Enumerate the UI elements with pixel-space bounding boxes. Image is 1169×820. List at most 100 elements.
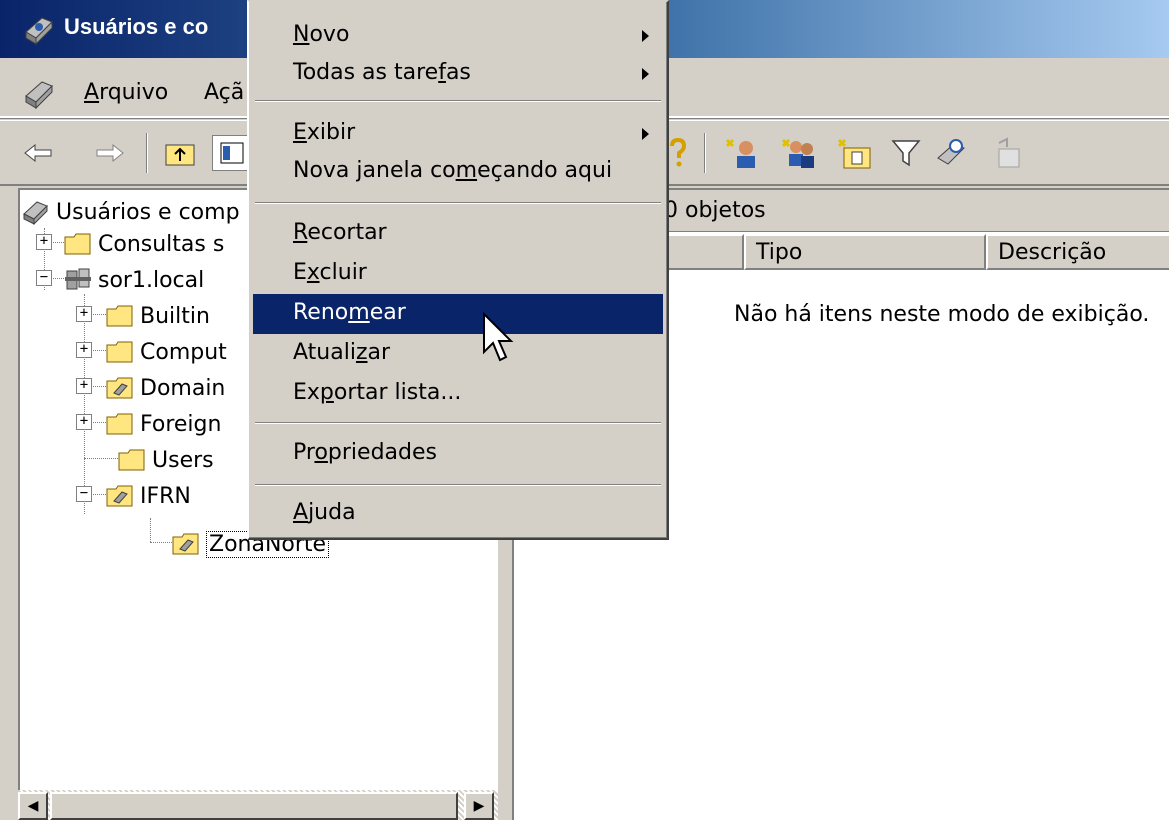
tree-line — [90, 422, 106, 423]
menu-item-exportar-lista[interactable]: Exportar lista... — [253, 376, 663, 410]
context-menu: Novo Todas as tarefas Exibir Nova janela… — [247, 0, 669, 540]
tree-item-label: Builtin — [140, 303, 210, 329]
toolbar-separator — [704, 133, 706, 173]
menu-item-novo[interactable]: Novo — [253, 18, 663, 52]
tree-item-label: Comput — [140, 339, 227, 365]
mouse-pointer-icon — [483, 312, 514, 362]
tree-line — [90, 314, 106, 315]
expand-toggle[interactable]: + — [76, 306, 92, 322]
expand-toggle[interactable]: + — [76, 378, 92, 394]
up-folder-icon[interactable] — [162, 135, 198, 171]
tree-item-label: Foreign — [140, 411, 222, 437]
add-to-group-icon[interactable] — [990, 135, 1026, 171]
menu-item-label: Recortar — [293, 220, 387, 245]
folder-icon — [64, 233, 91, 255]
menu-arquivo[interactable]: Arquivo — [84, 80, 168, 105]
tree-line — [84, 294, 85, 514]
expand-toggle[interactable]: + — [36, 234, 52, 250]
horizontal-scrollbar[interactable]: ◀ ▶ — [18, 790, 498, 820]
menu-item-label: Exportar lista... — [293, 380, 462, 405]
forward-arrow-icon[interactable] — [92, 135, 128, 171]
menu-separator — [255, 100, 661, 102]
tree-item-computers[interactable]: Comput — [106, 336, 227, 368]
tree-item-saved-queries[interactable]: Consultas s — [64, 228, 224, 260]
menu-item-label: Atualizar — [293, 340, 391, 365]
new-group-icon[interactable] — [780, 135, 816, 171]
tree-item-ifrn[interactable]: IFRN — [106, 480, 191, 512]
toolbar-separator — [146, 133, 148, 173]
tree-item-label: Usuários e comp — [56, 199, 240, 225]
back-arrow-icon[interactable] — [20, 135, 56, 171]
show-hide-tree-icon[interactable] — [212, 135, 252, 171]
menu-item-ajuda[interactable]: Ajuda — [253, 496, 663, 530]
tree-item-root[interactable]: Usuários e comp — [22, 196, 240, 228]
tree-line — [90, 350, 106, 351]
folder-icon — [106, 341, 133, 363]
scroll-right-button[interactable]: ▶ — [464, 792, 494, 820]
tree-line — [50, 242, 64, 243]
menu-item-renomear[interactable]: Renomear — [253, 294, 663, 334]
folder-icon — [106, 305, 133, 327]
tree-item-builtin[interactable]: Builtin — [106, 300, 210, 332]
menu-acao[interactable]: Açã — [204, 80, 244, 105]
tree-item-label: Users — [152, 447, 214, 473]
menu-item-propriedades[interactable]: Propriedades — [253, 436, 663, 470]
folder-icon — [118, 449, 145, 471]
tree-line — [90, 386, 106, 387]
collapse-toggle[interactable]: − — [36, 270, 52, 286]
menu-separator — [255, 422, 661, 424]
menu-item-label: Exibir — [293, 120, 356, 145]
menu-item-label: Excluir — [293, 260, 367, 285]
new-ou-icon[interactable] — [836, 135, 872, 171]
tree-item-label: sor1.local — [98, 267, 205, 293]
collapse-toggle[interactable]: − — [76, 486, 92, 502]
tree-line — [84, 458, 118, 459]
menu-separator — [255, 202, 661, 204]
mmc-console-icon — [25, 17, 53, 46]
menu-item-exibir[interactable]: Exibir — [253, 116, 663, 150]
system-menu-icon[interactable] — [22, 76, 56, 110]
ou-folder-icon — [106, 377, 133, 399]
tree-item-label: Domain — [140, 375, 226, 401]
submenu-arrow-icon — [642, 128, 649, 140]
domain-icon — [65, 268, 91, 290]
column-header-description[interactable]: Descrição — [986, 234, 1169, 270]
menu-item-label: Propriedades — [293, 440, 437, 465]
window-title: Usuários e co — [64, 14, 209, 39]
menu-item-atualizar[interactable]: Atualizar — [253, 336, 663, 370]
submenu-arrow-icon — [642, 68, 649, 80]
menu-item-label: Todas as tarefas — [293, 60, 471, 85]
menu-item-todas-as-tarefas[interactable]: Todas as tarefas — [253, 56, 663, 90]
ou-folder-icon — [106, 485, 133, 507]
console-icon — [23, 201, 48, 225]
tree-line — [90, 494, 106, 495]
menu-item-label: Renomear — [293, 300, 406, 325]
tree-item-domain-controllers[interactable]: Domain — [106, 372, 225, 404]
tree-item-label: Consultas s — [98, 231, 225, 257]
tree-line — [150, 518, 151, 542]
expand-toggle[interactable]: + — [76, 414, 92, 430]
menu-item-recortar[interactable]: Recortar — [253, 216, 663, 250]
menu-item-label: Novo — [293, 22, 350, 47]
submenu-arrow-icon — [642, 30, 649, 42]
ou-folder-icon — [172, 533, 199, 555]
find-icon[interactable] — [934, 135, 970, 171]
new-user-icon[interactable] — [724, 135, 760, 171]
tree-line — [50, 278, 64, 279]
scroll-thumb[interactable] — [50, 792, 458, 820]
tree-item-foreign-security[interactable]: Foreign — [106, 408, 221, 440]
tree-item-label: IFRN — [140, 483, 191, 509]
object-count: 0 objetos — [664, 198, 766, 223]
tree-item-users[interactable]: Users — [118, 444, 214, 476]
filter-icon[interactable] — [888, 135, 924, 171]
tree-line — [150, 542, 172, 543]
menu-item-nova-janela[interactable]: Nova janela começando aqui — [253, 154, 663, 188]
tree-item-domain[interactable]: sor1.local — [64, 264, 204, 296]
column-header-type[interactable]: Tipo — [744, 234, 986, 270]
scroll-left-button[interactable]: ◀ — [18, 792, 48, 820]
menu-item-excluir[interactable]: Excluir — [253, 256, 663, 290]
menu-item-label: Nova janela começando aqui — [293, 158, 613, 183]
expand-toggle[interactable]: + — [76, 342, 92, 358]
empty-list-message: Não há itens neste modo de exibição. — [734, 302, 1150, 327]
menu-item-label: Ajuda — [293, 500, 356, 525]
